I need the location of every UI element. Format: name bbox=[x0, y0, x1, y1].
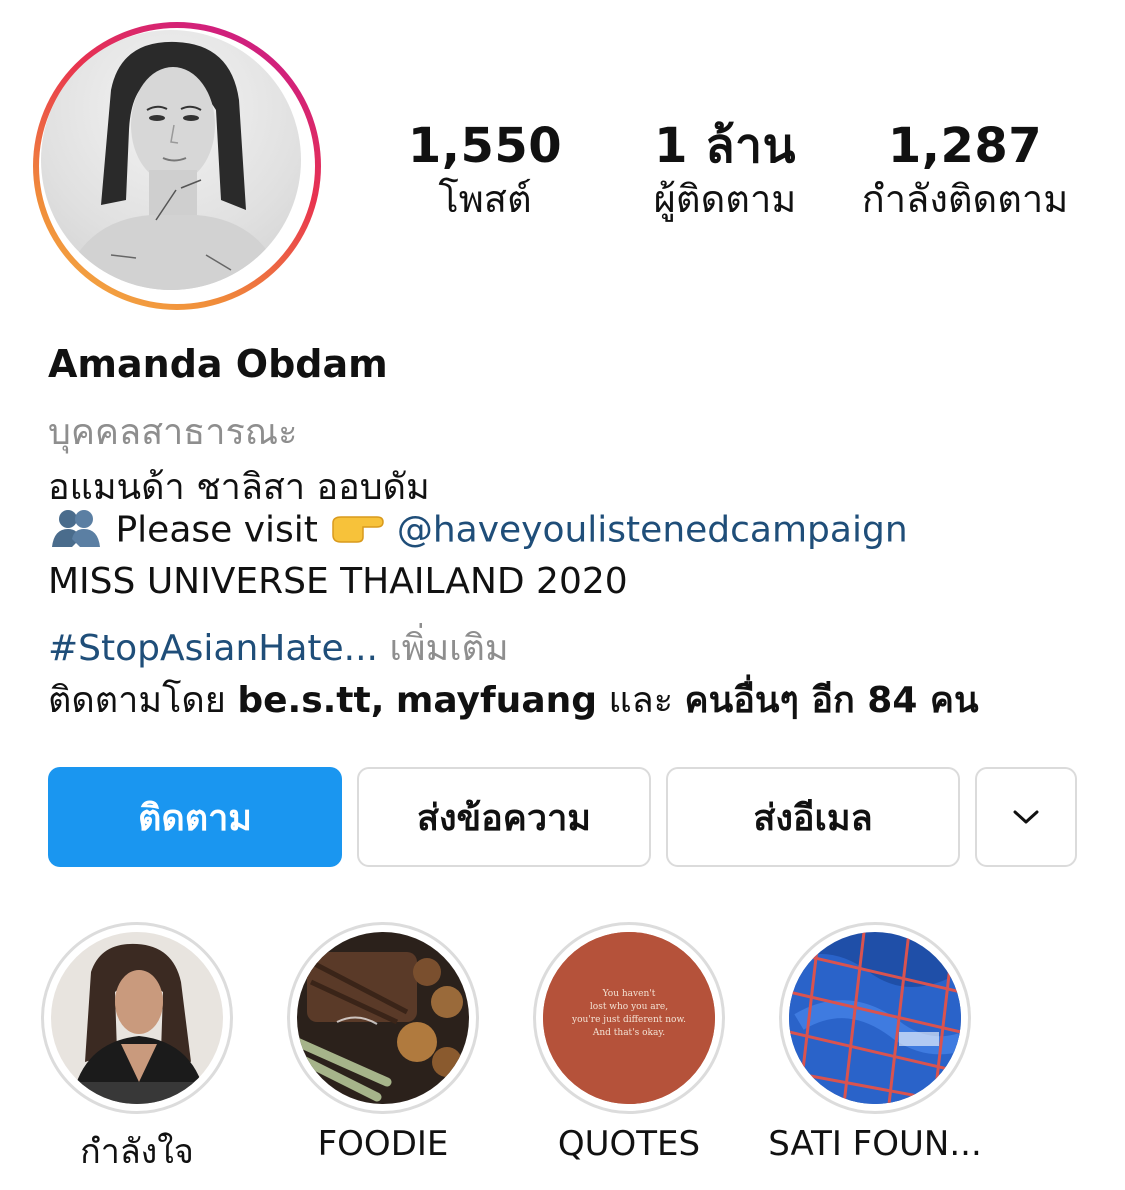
bio-visit-text: Please visit bbox=[115, 509, 318, 551]
highlight-label: FOODIE bbox=[317, 1124, 449, 1164]
posts-count: 1,550 bbox=[407, 118, 563, 174]
profile-name: Amanda Obdam bbox=[48, 342, 388, 386]
profile-category: บุคคลสาธารณะ bbox=[48, 412, 298, 453]
followed-by[interactable]: ติดตามโดย be.s.tt, mayfuang และ คนอื่นๆ … bbox=[48, 671, 1088, 728]
following-label: กำลังติดตาม bbox=[861, 177, 1069, 221]
highlight-label: SATI FOUN... bbox=[768, 1124, 982, 1164]
highlight-label: กำลังใจ bbox=[80, 1132, 194, 1172]
email-button[interactable]: ส่งอีเมล bbox=[666, 767, 960, 867]
bio-line-visit: Please visit @haveyoulistenedcampaign bbox=[48, 507, 1088, 556]
highlight-cover bbox=[51, 932, 223, 1104]
following-count: 1,287 bbox=[887, 118, 1043, 174]
posts-label: โพสต์ bbox=[438, 177, 532, 221]
followed-by-and: และ bbox=[608, 680, 674, 721]
stat-posts[interactable]: 1,550 โพสต์ bbox=[405, 118, 565, 224]
message-button[interactable]: ส่งข้อความ bbox=[357, 767, 651, 867]
followed-by-prefix: ติดตามโดย bbox=[48, 680, 226, 721]
avatar-portrait bbox=[61, 41, 286, 290]
people-hugging-icon bbox=[48, 507, 104, 556]
followers-label: ผู้ติดตาม bbox=[653, 177, 797, 221]
quote-line: lost who you are, bbox=[590, 1002, 668, 1012]
profile-avatar-ring[interactable] bbox=[33, 22, 321, 310]
quote-line: you're just different now. bbox=[571, 1015, 686, 1025]
bio-more-link[interactable]: เพิ่มเติม bbox=[389, 628, 508, 669]
chevron-down-icon bbox=[1013, 810, 1039, 824]
followed-by-user2: mayfuang bbox=[395, 680, 598, 721]
highlight-cover bbox=[789, 932, 961, 1104]
stat-following[interactable]: 1,287 กำลังติดตาม bbox=[850, 118, 1080, 224]
highlight-label: QUOTES bbox=[557, 1124, 701, 1164]
highlight-cover: You haven't lost who you are, you're jus… bbox=[543, 932, 715, 1104]
more-options-button[interactable] bbox=[975, 767, 1077, 867]
bio-hashtag-link[interactable]: #StopAsianHate... bbox=[48, 628, 378, 669]
bio-mention-link[interactable]: @haveyoulistenedcampaign bbox=[397, 510, 908, 551]
stat-followers[interactable]: 1 ล้าน ผู้ติดตาม bbox=[625, 118, 825, 224]
followed-by-others: คนอื่นๆ อีก 84 คน bbox=[684, 680, 979, 721]
pointing-right-icon bbox=[329, 509, 385, 554]
bio-line-hashtag: #StopAsianHate... เพิ่มเติม bbox=[48, 619, 1088, 676]
highlight-cover bbox=[297, 932, 469, 1104]
profile-avatar[interactable] bbox=[41, 30, 301, 290]
followed-by-user1: be.s.tt, bbox=[237, 680, 385, 721]
quote-line: And that's okay. bbox=[592, 1028, 665, 1038]
followers-count: 1 ล้าน bbox=[654, 118, 796, 174]
quote-line: You haven't bbox=[602, 989, 656, 999]
bio-line-title: MISS UNIVERSE THAILAND 2020 bbox=[48, 561, 628, 602]
follow-button[interactable]: ติดตาม bbox=[48, 767, 342, 867]
